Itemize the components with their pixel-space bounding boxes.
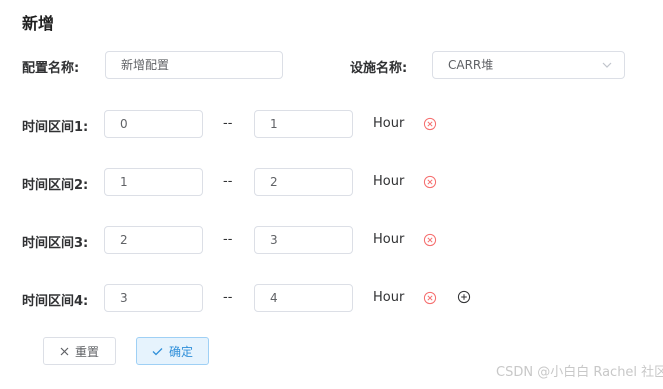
confirm-button[interactable]: 确定 <box>136 337 209 365</box>
watermark: CSDN @小白白 Rachel 社区 <box>496 365 663 380</box>
close-icon <box>60 347 69 355</box>
interval-unit-label: Hour <box>373 232 405 247</box>
facility-select[interactable]: CARR堆 <box>432 51 625 79</box>
remove-interval-icon[interactable] <box>423 291 437 305</box>
interval-to-input[interactable]: 4 <box>254 284 353 312</box>
interval-from-input[interactable]: 0 <box>104 110 203 138</box>
reset-button-label: 重置 <box>74 344 99 359</box>
interval-from-input[interactable]: 2 <box>104 226 203 254</box>
remove-interval-icon[interactable] <box>423 175 437 189</box>
chevron-down-icon <box>602 62 612 68</box>
reset-button[interactable]: 重置 <box>43 337 116 365</box>
interval-from-input[interactable]: 1 <box>104 168 203 196</box>
interval-separator: -- <box>223 116 233 131</box>
interval-unit-label: Hour <box>373 116 405 131</box>
interval-separator: -- <box>223 174 233 189</box>
facility-name-label: 设施名称: <box>350 61 408 76</box>
interval-to-input[interactable]: 1 <box>254 110 353 138</box>
interval-separator: -- <box>223 232 233 247</box>
interval-label: 时间区间1: <box>22 120 89 135</box>
dialog-title: 新增 <box>22 14 55 33</box>
remove-interval-icon[interactable] <box>423 233 437 247</box>
config-name-input[interactable]: 新增配置 <box>105 51 283 79</box>
confirm-button-label: 确定 <box>168 344 193 359</box>
interval-unit-label: Hour <box>373 174 405 189</box>
check-icon <box>152 347 163 355</box>
interval-label: 时间区间3: <box>22 236 89 251</box>
interval-from-input[interactable]: 3 <box>104 284 203 312</box>
remove-interval-icon[interactable] <box>423 117 437 131</box>
interval-to-input[interactable]: 2 <box>254 168 353 196</box>
interval-separator: -- <box>223 290 233 305</box>
config-name-label: 配置名称: <box>22 61 80 76</box>
interval-unit-label: Hour <box>373 290 405 305</box>
facility-select-value: CARR堆 <box>448 58 494 72</box>
interval-label: 时间区间4: <box>22 294 89 309</box>
add-interval-icon[interactable] <box>457 290 471 304</box>
interval-label: 时间区间2: <box>22 178 89 193</box>
interval-to-input[interactable]: 3 <box>254 226 353 254</box>
